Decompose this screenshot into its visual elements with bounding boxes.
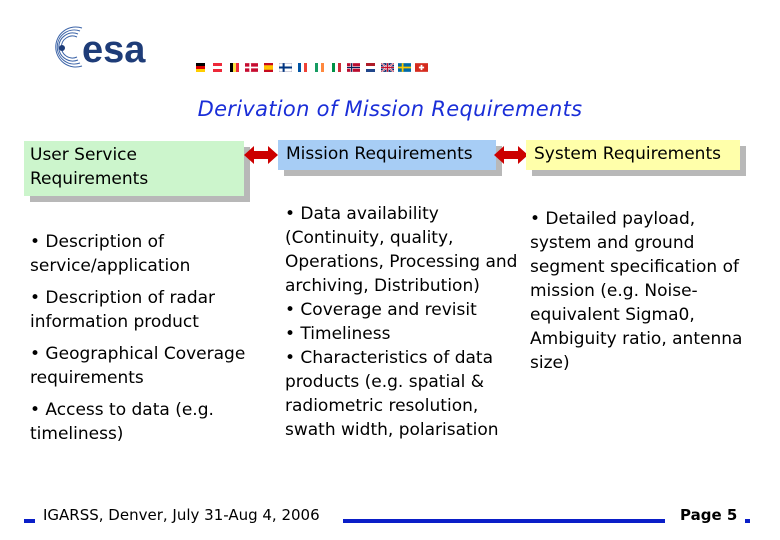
esa-logo: esa bbox=[48, 24, 198, 70]
france-flag bbox=[298, 63, 307, 72]
mission-requirements-box: Mission Requirements bbox=[278, 140, 496, 170]
finland-flag bbox=[279, 63, 292, 72]
list-item: • Description of service/application bbox=[30, 232, 191, 276]
double-arrow-icon bbox=[244, 146, 278, 164]
list-item: • Characteristics of data products (e.g.… bbox=[285, 348, 499, 440]
footer-bar-left bbox=[24, 519, 35, 523]
slide-title: Derivation of Mission Requirements bbox=[197, 97, 583, 121]
footer-bar-middle bbox=[343, 519, 665, 523]
list-item: • Description of radar information produ… bbox=[30, 288, 216, 332]
esa-wordmark: esa bbox=[82, 29, 146, 70]
mission-requirements-list: • Data availability (Continuity, quality… bbox=[285, 202, 520, 442]
footer-event: IGARSS, Denver, July 31-Aug 4, 2006 bbox=[43, 506, 320, 524]
italy-flag bbox=[332, 63, 341, 72]
norway-flag bbox=[347, 63, 360, 72]
esa-logo-graphic: esa bbox=[55, 26, 146, 70]
switzerland-flag bbox=[415, 63, 428, 72]
netherlands-flag bbox=[366, 63, 375, 72]
list-item: • Timeliness bbox=[285, 324, 391, 344]
list-item: • Data availability (Continuity, quality… bbox=[285, 204, 518, 296]
footer-bar-right bbox=[745, 519, 750, 523]
uk-flag bbox=[381, 63, 394, 72]
list-item: • Coverage and revisit bbox=[285, 300, 477, 320]
system-requirements-box: System Requirements bbox=[526, 140, 740, 170]
ireland-flag bbox=[315, 63, 324, 72]
denmark-flag bbox=[245, 63, 258, 72]
germany-flag bbox=[196, 63, 205, 72]
list-item: • Access to data (e.g. timeliness) bbox=[30, 400, 214, 444]
sweden-flag bbox=[398, 63, 411, 72]
page-number: Page 5 bbox=[680, 506, 738, 524]
list-item: • Detailed payload, system and ground se… bbox=[530, 209, 743, 373]
user-service-requirements-box: User Service Requirements bbox=[24, 141, 244, 196]
user-requirements-list: • Description of service/application • D… bbox=[30, 230, 270, 454]
belgium-flag bbox=[230, 63, 239, 72]
member-flags bbox=[194, 63, 428, 72]
austria-flag bbox=[213, 63, 222, 72]
system-requirements-list: • Detailed payload, system and ground se… bbox=[530, 207, 750, 375]
spain-flag bbox=[264, 63, 273, 72]
list-item: • Geographical Coverage requirements bbox=[30, 344, 246, 388]
double-arrow-icon bbox=[494, 146, 528, 164]
